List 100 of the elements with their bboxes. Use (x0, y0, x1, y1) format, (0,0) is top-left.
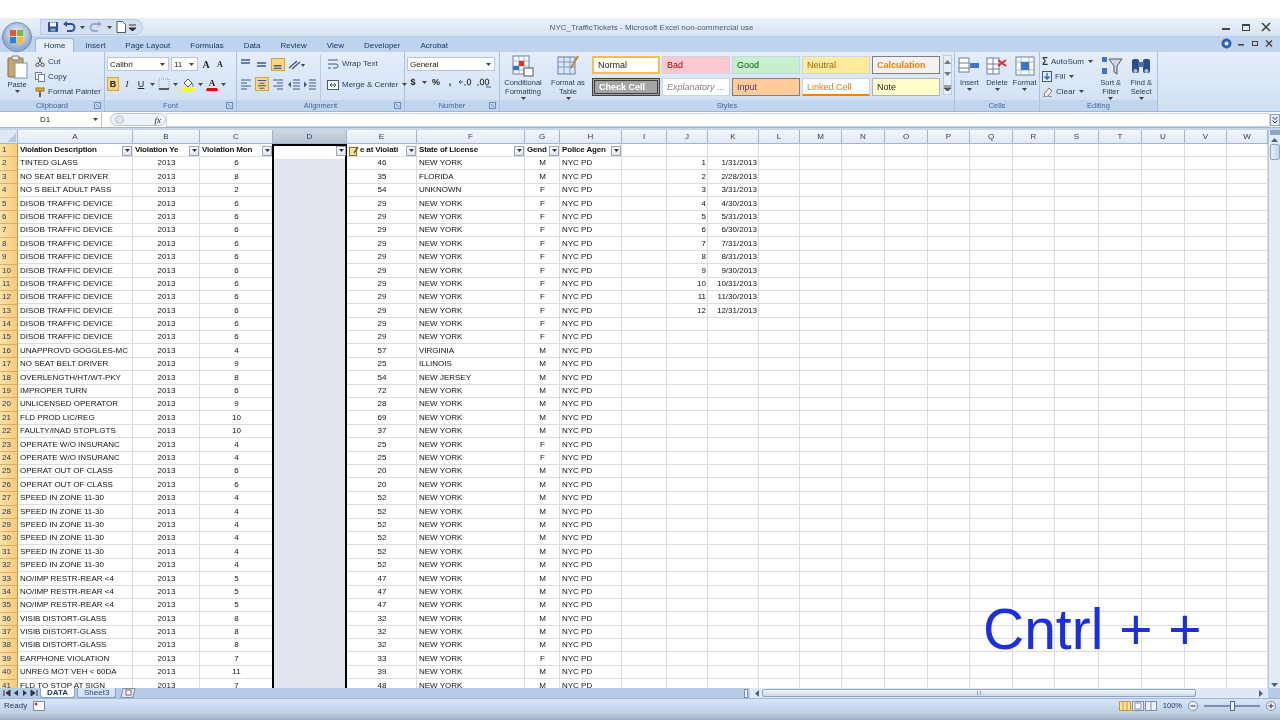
close-icon[interactable] (1260, 22, 1272, 32)
formula-input[interactable] (166, 112, 1270, 127)
zoom-out-icon[interactable] (1188, 700, 1198, 711)
cell-style[interactable]: Input (732, 78, 800, 96)
column-header[interactable]: P (928, 130, 970, 144)
increase-indent-icon[interactable] (303, 77, 317, 91)
row-header[interactable]: 22 (0, 425, 18, 439)
page-layout-view-icon[interactable] (1131, 700, 1144, 711)
currency-button[interactable]: $ (407, 75, 419, 89)
decrease-indent-icon[interactable] (287, 77, 301, 91)
name-box[interactable]: D1 (0, 112, 102, 127)
paste-options-icon[interactable] (349, 145, 359, 156)
column-header[interactable]: J (667, 130, 708, 144)
vertical-scrollbar[interactable] (1268, 130, 1280, 688)
column-header[interactable]: G (525, 130, 560, 144)
cell-style[interactable]: Good (732, 56, 800, 74)
new-document-icon[interactable] (116, 21, 126, 33)
first-sheet-icon[interactable] (3, 689, 11, 697)
scroll-right-icon[interactable] (1259, 689, 1264, 697)
underline-button[interactable]: U (135, 77, 147, 91)
italic-button[interactable]: I (121, 77, 133, 91)
column-header[interactable]: A (18, 130, 133, 144)
filter-button[interactable] (262, 145, 272, 156)
zoom-in-icon[interactable] (1266, 700, 1276, 711)
row-header[interactable]: 27 (0, 492, 18, 506)
row-header[interactable]: 30 (0, 532, 18, 546)
column-header[interactable]: I (622, 130, 667, 144)
column-header[interactable]: L (759, 130, 800, 144)
save-icon[interactable] (47, 21, 59, 33)
undo-icon[interactable] (62, 21, 76, 33)
column-header[interactable]: V (1185, 130, 1227, 144)
copy-button[interactable]: Copy (35, 70, 101, 83)
column-header[interactable]: E (347, 130, 417, 144)
fill-button[interactable]: Fill (1042, 70, 1094, 83)
insert-sheet-icon[interactable] (120, 688, 137, 698)
gallery-scrollbar[interactable] (943, 55, 952, 95)
row-header[interactable]: 37 (0, 626, 18, 640)
decrease-font-size-button[interactable]: A (214, 57, 226, 71)
increase-font-size-button[interactable]: A (200, 57, 212, 71)
clear-button[interactable]: Clear (1042, 85, 1094, 98)
font-size-field[interactable]: 11 (171, 57, 198, 71)
row-header[interactable]: 40 (0, 666, 18, 680)
page-break-view-icon[interactable] (1144, 700, 1157, 711)
cell-style[interactable]: Normal (592, 56, 660, 74)
column-header[interactable]: H (560, 130, 622, 144)
column-header[interactable]: D (273, 130, 347, 144)
zoom-slider-thumb[interactable] (1230, 700, 1235, 711)
column-header[interactable]: C (200, 130, 273, 144)
filter-button[interactable] (514, 145, 524, 156)
column-header[interactable]: U (1142, 130, 1185, 144)
row-header[interactable]: 32 (0, 559, 18, 573)
row-header[interactable]: 15 (0, 331, 18, 345)
ribbon-tab[interactable]: Acrobat (411, 38, 458, 52)
borders-icon[interactable] (158, 78, 170, 90)
text-orientation-icon[interactable] (287, 57, 305, 71)
column-header[interactable]: Q (970, 130, 1013, 144)
horizontal-scrollbar[interactable] (750, 688, 1268, 698)
row-header[interactable]: 19 (0, 385, 18, 399)
column-header[interactable]: F (417, 130, 525, 144)
row-header[interactable]: 38 (0, 639, 18, 653)
ribbon-tab[interactable]: Developer (355, 38, 410, 52)
filter-button[interactable] (406, 145, 416, 156)
ribbon-tab[interactable]: Home (35, 38, 75, 52)
comma-button[interactable]: , (444, 75, 456, 89)
fill-color-icon[interactable] (181, 77, 195, 91)
align-center-icon[interactable] (255, 77, 269, 91)
cell-style[interactable]: Explanatory ... (662, 78, 730, 96)
row-header[interactable]: 17 (0, 358, 18, 372)
column-header[interactable]: B (133, 130, 200, 144)
cell-style[interactable]: Bad (662, 56, 730, 74)
wrap-text-button[interactable]: Wrap Text (327, 57, 409, 70)
cut-button[interactable]: Cut (35, 55, 101, 68)
record-macro-icon[interactable] (33, 700, 46, 711)
column-header[interactable]: N (842, 130, 885, 144)
ribbon-tab[interactable]: View (317, 38, 353, 52)
font-name-field[interactable]: Calibri (107, 57, 169, 71)
filter-button[interactable] (549, 145, 559, 156)
row-header[interactable]: 14 (0, 318, 18, 332)
row-header[interactable]: 9 (0, 251, 18, 265)
filter-button[interactable] (336, 145, 346, 156)
filter-button[interactable] (611, 145, 621, 156)
row-header[interactable]: 2 (0, 157, 18, 171)
restore-icon[interactable] (1240, 22, 1252, 32)
expand-formula-bar-icon[interactable] (1270, 113, 1280, 126)
cell-style[interactable]: Neutral (802, 56, 870, 74)
cell-style[interactable]: Note (872, 78, 940, 96)
column-header[interactable]: T (1099, 130, 1142, 144)
ribbon-tab[interactable]: Review (271, 38, 316, 52)
scroll-up-icon[interactable] (1271, 137, 1278, 142)
column-header[interactable]: K (708, 130, 759, 144)
filter-button[interactable] (122, 145, 132, 156)
row-header[interactable]: 4 (0, 184, 18, 198)
scroll-down-icon[interactable] (944, 72, 951, 77)
row-header[interactable]: 20 (0, 398, 18, 412)
percent-button[interactable]: % (430, 75, 442, 89)
merge-center-button[interactable]: Merge & Center (327, 78, 409, 91)
last-sheet-icon[interactable] (30, 689, 38, 697)
format-painter-button[interactable]: Format Painter (35, 85, 101, 98)
column-header[interactable]: S (1055, 130, 1099, 144)
column-header[interactable]: W (1227, 130, 1268, 144)
